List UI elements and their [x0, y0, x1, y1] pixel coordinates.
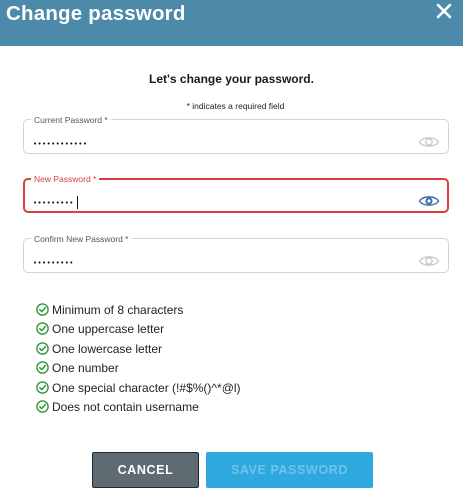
check-circle-icon [36, 361, 49, 374]
check-circle-icon [36, 303, 49, 316]
check-circle-icon [36, 381, 49, 394]
requirement-text: One uppercase letter [52, 322, 165, 336]
current-password-field[interactable]: Current Password * [23, 115, 449, 154]
check-circle-icon [36, 342, 49, 355]
current-password-input[interactable] [33, 140, 393, 149]
new-password-field[interactable]: New Password * [23, 174, 449, 213]
requirement-text: One lowercase letter [52, 342, 163, 356]
dialog-header: Change password [0, 0, 463, 46]
new-password-label: New Password * [31, 174, 100, 184]
confirm-password-label: Confirm New Password * [31, 234, 132, 244]
requirement-item: One uppercase letter [36, 321, 296, 337]
cancel-button[interactable]: CANCEL [92, 452, 199, 488]
eye-icon[interactable] [418, 253, 440, 269]
requirement-item: Does not contain username [36, 399, 296, 415]
text-caret [77, 196, 78, 209]
check-circle-icon [36, 322, 49, 335]
requirement-text: One number [52, 361, 119, 375]
requirement-text: Minimum of 8 characters [52, 303, 184, 317]
requirement-item: Minimum of 8 characters [36, 302, 296, 318]
dialog-title: Change password [6, 2, 186, 25]
save-password-button[interactable]: SAVE PASSWORD [206, 452, 373, 488]
requirement-text: One special character (!#$%()^*@l) [52, 381, 241, 395]
eye-icon[interactable] [418, 134, 440, 150]
close-icon[interactable] [434, 1, 454, 21]
eye-icon[interactable] [418, 193, 440, 209]
required-field-note: * indicates a required field [186, 101, 285, 111]
requirement-text: Does not contain username [52, 400, 199, 414]
requirement-item: One lowercase letter [36, 341, 296, 357]
requirement-item: One special character (!#$%()^*@l) [36, 380, 296, 396]
confirm-password-field[interactable]: Confirm New Password * [23, 234, 449, 273]
current-password-label: Current Password * [31, 115, 111, 125]
intro-text: Let's change your password. [149, 72, 314, 86]
requirement-item: One number [36, 360, 296, 376]
confirm-password-input[interactable] [33, 259, 393, 268]
check-circle-icon [36, 400, 49, 413]
new-password-input[interactable] [33, 199, 393, 208]
